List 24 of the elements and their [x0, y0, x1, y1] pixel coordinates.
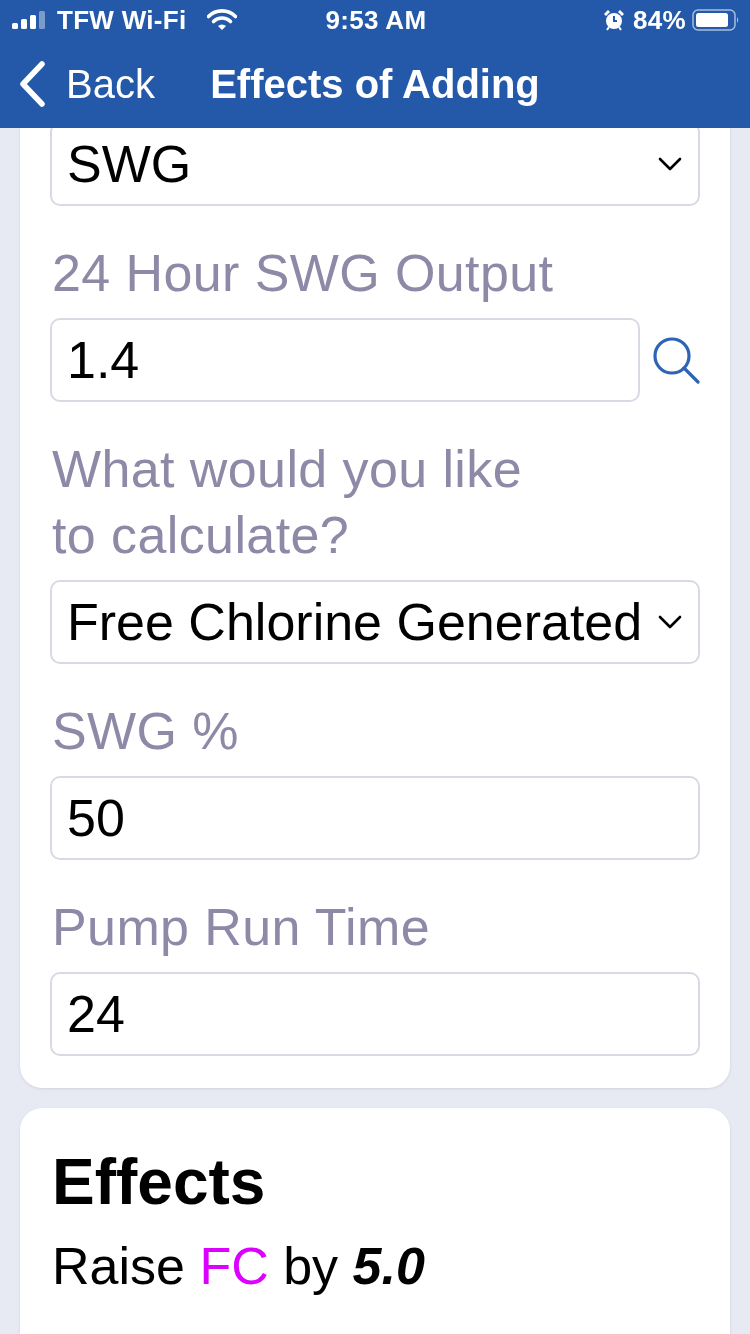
- field-label: What would you like to calculate?: [52, 439, 524, 566]
- effects-heading: Effects: [52, 1145, 267, 1220]
- alarm-clock-icon: [603, 9, 626, 31]
- chevron-down-icon: [658, 615, 682, 629]
- dropdown[interactable]: Free Chlorine Generated: [50, 580, 700, 664]
- dropdown[interactable]: SWG: [50, 128, 700, 206]
- wifi-icon: [206, 9, 237, 31]
- effect-text: Raise FC by 5.0: [52, 1236, 426, 1297]
- page-title: Effects of Adding: [210, 61, 540, 107]
- chevron-left-icon: [18, 61, 46, 107]
- text-field[interactable]: 50: [50, 776, 700, 860]
- field-label: 24 Hour SWG Output: [52, 243, 555, 304]
- signal-icon: [12, 11, 47, 29]
- field-label: Pump Run Time: [52, 897, 431, 958]
- battery-icon: [692, 9, 740, 31]
- field-label: SWG %: [52, 701, 240, 762]
- status-time: 9:53 AM: [325, 7, 427, 33]
- battery-percent: 84%: [633, 7, 686, 33]
- text-field[interactable]: 24: [50, 972, 700, 1056]
- text-field[interactable]: 1.4: [50, 318, 640, 402]
- search-icon[interactable]: [652, 336, 700, 384]
- back-button[interactable]: Back: [0, 61, 155, 107]
- carrier-name: TFW Wi-Fi: [57, 7, 187, 33]
- chevron-down-icon: [658, 157, 682, 171]
